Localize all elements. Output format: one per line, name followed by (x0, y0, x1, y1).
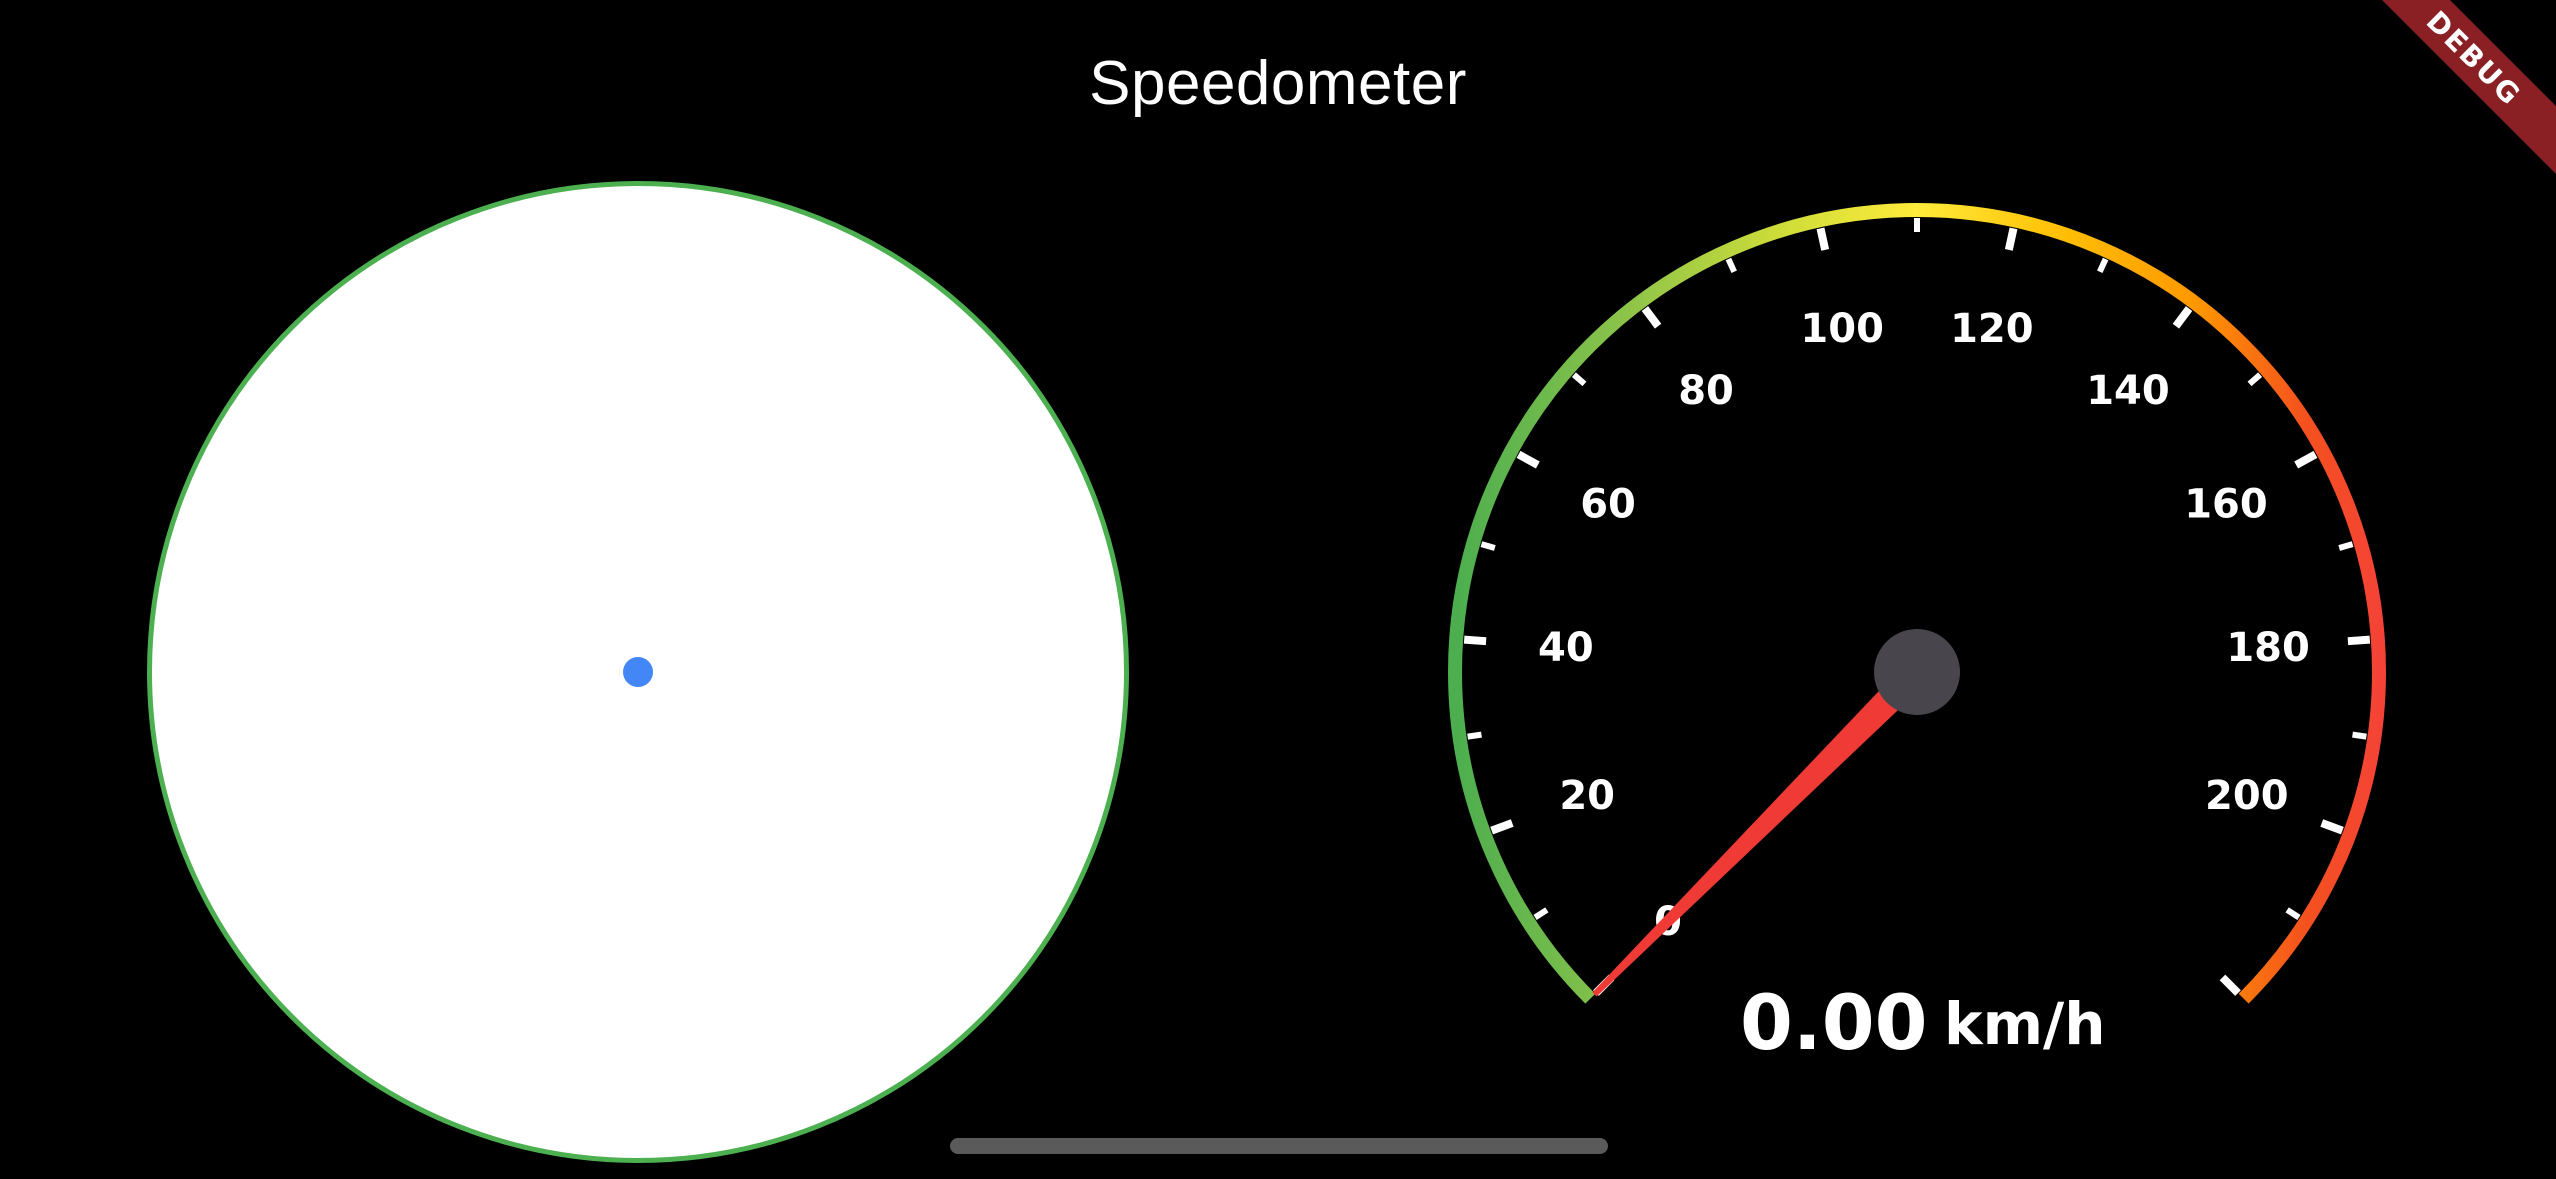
gauge-tick-label: 120 (1950, 306, 2034, 352)
speed-unit: km/h (1944, 990, 2106, 1058)
gauge-tick (2320, 819, 2344, 835)
gauge-tick (2285, 907, 2301, 920)
gauge-hub (1874, 629, 1960, 715)
speed-readout: 0.00 (1740, 978, 1928, 1067)
gauge-tick-label: 200 (2205, 773, 2289, 819)
gauge-tick (1516, 450, 1540, 469)
gauge-tick (2172, 306, 2193, 329)
gauge-tick-label: 80 (1678, 368, 1734, 414)
speedometer-gauge: 020406080100120140160180200 (1448, 202, 2386, 1004)
gauge-arc (1448, 202, 2386, 1004)
gauge-tick (1725, 257, 1737, 274)
gauge-tick (2338, 541, 2354, 551)
gauge-tick (2097, 257, 2109, 274)
gauge-tick-label: 140 (2086, 368, 2170, 414)
gauge-tick (1571, 372, 1587, 387)
gauge-tick (1463, 635, 1487, 646)
gauge-tick-label: 180 (2226, 625, 2310, 671)
gauge-tick (1533, 907, 1549, 920)
gauge-tick-label: 160 (2184, 481, 2268, 527)
gauge-labels: 020406080100120140160180200 (1538, 306, 2310, 945)
gauge-needle-shape (1592, 676, 1913, 997)
gauge-tick-label: 20 (1559, 773, 1615, 819)
gauge-tick (1480, 541, 1496, 551)
gauge-tick (1467, 731, 1482, 740)
gauge-tick (2352, 731, 2367, 740)
gauge-tick (2004, 227, 2018, 251)
gauge-tick-label: 100 (1800, 306, 1884, 352)
gauge-tick (2247, 372, 2263, 387)
home-indicator[interactable] (950, 1138, 1608, 1154)
gauge-tick-label: 60 (1580, 481, 1636, 527)
gauge-tick (2219, 974, 2241, 996)
gauge-tick (1490, 819, 1514, 835)
gauge-tick (1641, 306, 1662, 329)
gauge-tick (2347, 635, 2371, 646)
gauge-tick (1816, 227, 1830, 251)
gauge-tick-label: 40 (1538, 625, 1594, 671)
gauge-tick (2294, 450, 2318, 469)
